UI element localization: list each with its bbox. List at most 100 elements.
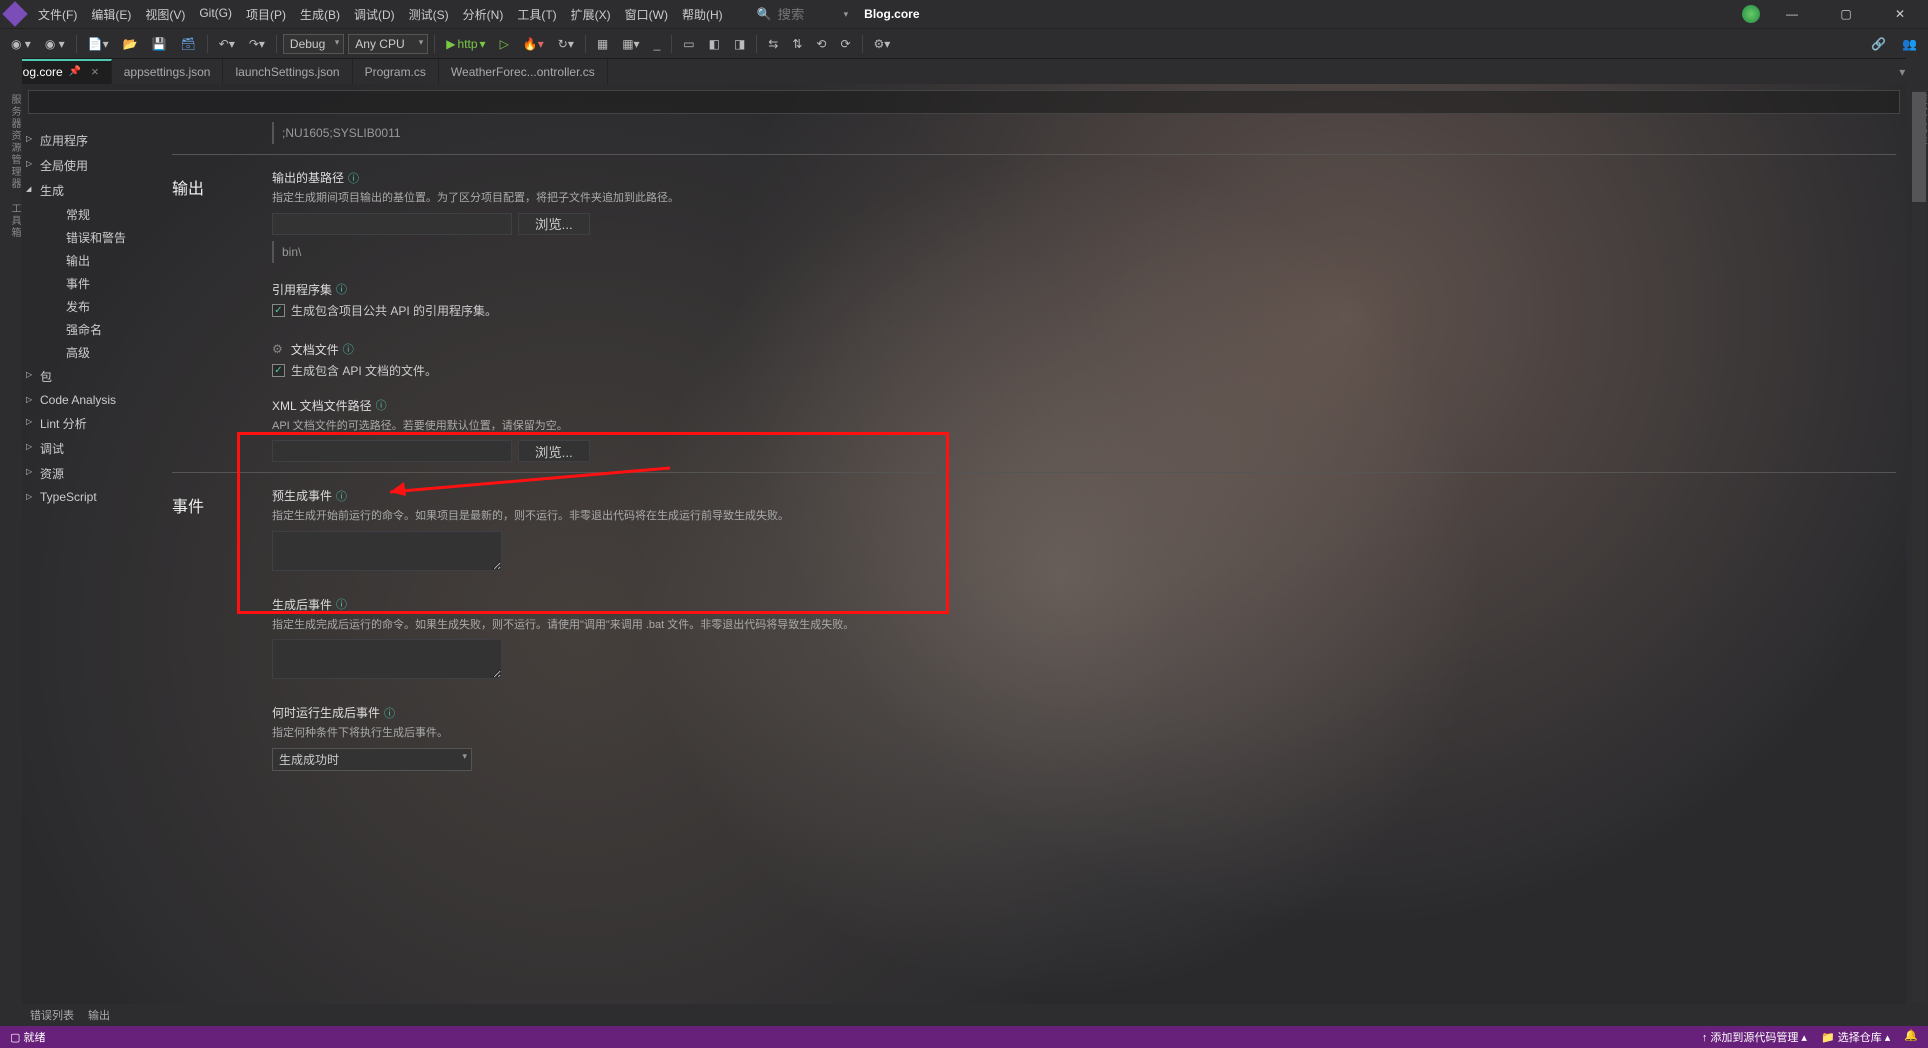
sidebar-item-build[interactable]: 生成 — [22, 178, 162, 203]
config-dropdown[interactable]: Debug — [283, 34, 344, 54]
search-input[interactable] — [778, 7, 838, 22]
open-button[interactable]: 📂 — [118, 34, 143, 54]
left-toolstrip[interactable]: 服务器资源管理器 工具箱 — [0, 54, 22, 1026]
tool-btn[interactable]: ⇅ — [787, 34, 807, 54]
menu-file[interactable]: 文件(F) — [32, 2, 83, 27]
help-icon[interactable]: ⓘ — [384, 705, 395, 721]
sidebar-item-app[interactable]: 应用程序 — [22, 128, 162, 153]
tool-btn[interactable]: ▦ — [592, 34, 613, 54]
solution-name: Blog.core — [864, 7, 919, 21]
minimize-button[interactable]: — — [1770, 0, 1814, 28]
tab-program[interactable]: Program.cs — [353, 59, 439, 84]
undo-button[interactable]: ↶▾ — [214, 34, 240, 54]
scm-button[interactable]: ↑ 添加到源代码管理 ▴ — [1702, 1029, 1807, 1045]
menu-help[interactable]: 帮助(H) — [676, 2, 729, 27]
menu-window[interactable]: 窗口(W) — [619, 2, 674, 27]
tool-btn[interactable]: ⇆ — [763, 34, 783, 54]
scrollbar-thumb[interactable] — [1912, 92, 1926, 202]
help-icon[interactable]: ⓘ — [376, 397, 387, 413]
tab-errorlist[interactable]: 错误列表 — [30, 1007, 74, 1023]
tab-overflow-icon[interactable]: ▾ — [1899, 65, 1905, 79]
refresh-icon[interactable]: ↻▾ — [553, 34, 579, 54]
xml-desc: API 文档文件的可选路径。若要使用默认位置，请保留为空。 — [272, 418, 1896, 435]
sidebar-item-advanced[interactable]: 高级 — [22, 341, 162, 364]
tool-btn[interactable]: _ — [649, 34, 666, 54]
saveall-button[interactable]: 🗃 — [176, 34, 201, 54]
start-nodbg-button[interactable]: ▷ — [495, 34, 514, 54]
tool-btn[interactable]: ⚙▾ — [869, 34, 896, 54]
sidebar-item-code[interactable]: Code Analysis — [22, 389, 162, 411]
pre-desc: 指定生成开始前运行的命令。如果项目是最新的，则不运行。非零退出代码将在生成运行前… — [272, 508, 1896, 525]
help-icon[interactable]: ⓘ — [336, 281, 347, 297]
liveshare-icon[interactable]: 👥 — [1897, 34, 1922, 54]
tab-weather[interactable]: WeatherForec...ontroller.cs — [439, 59, 608, 84]
pre-build-input[interactable] — [272, 531, 502, 571]
avatar[interactable] — [1742, 5, 1760, 23]
tool-btn[interactable]: ◨ — [729, 34, 750, 54]
chevron-down-icon: ▾ — [844, 9, 849, 20]
back-button[interactable]: ◉ ▾ — [6, 34, 36, 54]
tab-launchsettings[interactable]: launchSettings.json — [223, 59, 352, 84]
menu-git[interactable]: Git(G) — [193, 2, 238, 27]
close-icon[interactable]: × — [91, 64, 99, 79]
help-icon[interactable]: ⓘ — [336, 488, 347, 504]
repo-button[interactable]: 📁 选择仓库 ▴ — [1821, 1029, 1890, 1045]
tab-appsettings[interactable]: appsettings.json — [112, 59, 224, 84]
sidebar-item-output[interactable]: 输出 — [22, 249, 162, 272]
help-icon[interactable]: ⓘ — [343, 341, 354, 357]
platform-dropdown[interactable]: Any CPU — [348, 34, 428, 54]
menu-edit[interactable]: 编辑(E) — [85, 2, 137, 27]
scrollbar-track[interactable] — [1912, 90, 1926, 1002]
title-search[interactable]: 🔍 ▾ — [757, 7, 848, 22]
menu-tools[interactable]: 工具(T) — [511, 2, 562, 27]
tool-btn[interactable]: ⟲ — [811, 34, 831, 54]
tool-btn[interactable]: ◧ — [704, 34, 725, 54]
fwd-button[interactable]: ◉ ▾ — [40, 34, 70, 54]
sidebar-item-debug[interactable]: 调试 — [22, 436, 162, 461]
base-path-input[interactable] — [272, 213, 512, 235]
bottom-tabs: 错误列表 输出 — [22, 1004, 1906, 1026]
redo-button[interactable]: ↷▾ — [244, 34, 270, 54]
new-button[interactable]: 📄▾ — [83, 34, 114, 54]
doc-checkbox[interactable]: ✓ — [272, 364, 285, 377]
share-icon[interactable]: 🔗 — [1866, 34, 1891, 54]
start-button[interactable]: ▶ http ▾ — [441, 34, 490, 54]
menu-analyze[interactable]: 分析(N) — [457, 2, 510, 27]
hot-reload-icon[interactable]: 🔥▾ — [518, 34, 549, 54]
tool-btn[interactable]: ⟳ — [835, 34, 855, 54]
sidebar-item-errors[interactable]: 错误和警告 — [22, 226, 162, 249]
menu-ext[interactable]: 扩展(X) — [565, 2, 617, 27]
bell-icon[interactable]: 🔔 — [1904, 1029, 1918, 1045]
pre-label: 预生成事件ⓘ — [272, 487, 1896, 504]
maximize-button[interactable]: ▢ — [1824, 0, 1868, 28]
ref-checkbox[interactable]: ✓ — [272, 304, 285, 317]
help-icon[interactable]: ⓘ — [348, 170, 359, 186]
tab-output[interactable]: 输出 — [88, 1007, 110, 1023]
pin-icon[interactable]: 📌 — [69, 66, 81, 77]
sidebar-item-global[interactable]: 全局使用 — [22, 153, 162, 178]
menu-build[interactable]: 生成(B) — [294, 2, 346, 27]
browse-button[interactable]: 浏览... — [518, 440, 590, 462]
help-icon[interactable]: ⓘ — [336, 596, 347, 612]
sidebar-item-lint[interactable]: Lint 分析 — [22, 411, 162, 436]
sidebar-item-res[interactable]: 资源 — [22, 461, 162, 486]
post-build-input[interactable] — [272, 639, 502, 679]
sidebar-item-strongname[interactable]: 强命名 — [22, 318, 162, 341]
menu-project[interactable]: 项目(P) — [240, 2, 292, 27]
when-dropdown[interactable]: 生成成功时 — [272, 748, 472, 771]
browse-button[interactable]: 浏览... — [518, 213, 590, 235]
sidebar-item-publish[interactable]: 发布 — [22, 295, 162, 318]
sidebar-item-events[interactable]: 事件 — [22, 272, 162, 295]
tool-btn[interactable]: ▭ — [678, 34, 699, 54]
menu-view[interactable]: 视图(V) — [139, 2, 191, 27]
close-button[interactable]: ✕ — [1878, 0, 1922, 28]
menu-test[interactable]: 测试(S) — [403, 2, 455, 27]
doc-label: ⚙文档文件ⓘ — [272, 341, 1896, 358]
xml-path-input[interactable] — [272, 440, 512, 462]
menu-debug[interactable]: 调试(D) — [348, 2, 401, 27]
sidebar-item-general[interactable]: 常规 — [22, 203, 162, 226]
save-button[interactable]: 💾 — [147, 34, 172, 54]
tool-btn[interactable]: ▦▾ — [617, 34, 644, 54]
sidebar-item-ts[interactable]: TypeScript — [22, 486, 162, 508]
sidebar-item-pkg[interactable]: 包 — [22, 364, 162, 389]
